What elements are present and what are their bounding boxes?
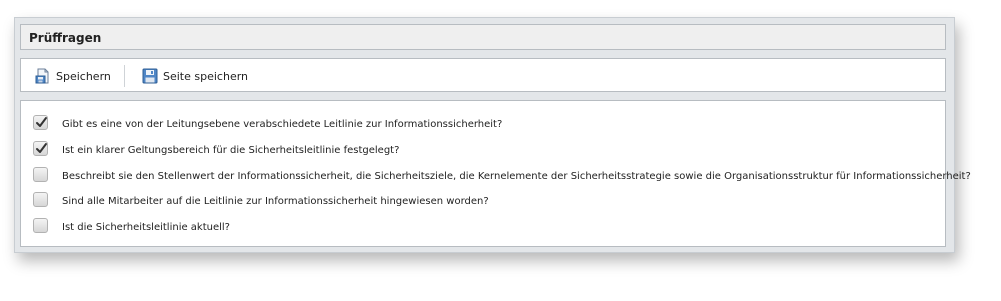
list-item: Ist ein klarer Geltungsbereich für die S… [33,138,399,158]
question-checkbox[interactable] [33,114,48,130]
question-checkbox[interactable] [33,217,48,233]
save-page-button[interactable]: Seite speichern [142,67,248,85]
panel-title: Prüffragen [29,31,102,45]
question-text: Sind alle Mitarbeiter auf die Leitlinie … [62,195,489,207]
checkmark-icon [36,142,47,153]
list-item: Beschreibt sie den Stellenwert der Infor… [33,164,971,184]
question-checkbox[interactable] [33,140,48,156]
save-document-icon [35,68,51,84]
question-text: Ist ein klarer Geltungsbereich für die S… [62,144,400,156]
save-button-label: Speichern [56,69,111,83]
list-item: Gibt es eine von der Leitungsebene verab… [33,112,502,132]
floppy-disk-icon [142,68,158,84]
list-item: Ist die Sicherheitsleitlinie aktuell? [33,215,230,235]
checklist-window: Prüffragen Speichern Seite speichern Gib… [14,17,971,253]
question-checkbox[interactable] [33,191,48,207]
question-text: Ist die Sicherheitsleitlinie aktuell? [62,221,230,233]
save-page-button-label: Seite speichern [163,69,249,83]
question-text: Beschreibt sie den Stellenwert der Infor… [62,170,971,182]
question-list: Gibt es eine von der Leitungsebene verab… [20,100,971,247]
list-item: Sind alle Mitarbeiter auf die Leitlinie … [33,189,489,209]
toolbar: Speichern Seite speichern [20,58,946,92]
question-text: Gibt es eine von der Leitungsebene verab… [62,118,503,130]
save-button[interactable]: Speichern [35,67,111,85]
panel-header: Prüffragen [20,24,946,50]
question-checkbox[interactable] [33,166,48,182]
checkmark-icon [36,116,47,127]
toolbar-separator [124,65,125,87]
